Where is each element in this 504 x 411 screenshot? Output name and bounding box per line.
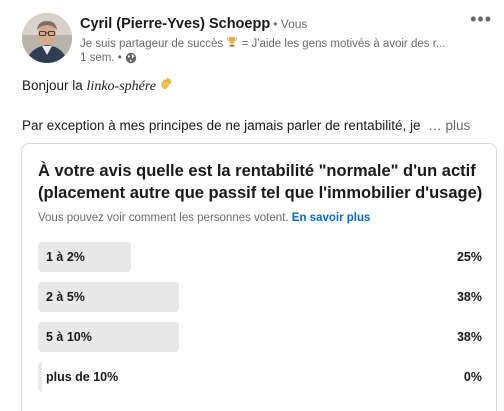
author-line: Cyril (Pierre-Yves) Schoepp • Vous — [80, 16, 307, 32]
poll-voters-note: Vous pouvez voir comment les personnes v… — [38, 212, 370, 224]
greeting-prefix: Bonjour la — [22, 78, 87, 93]
poll-option-percent: 25% — [456, 250, 482, 264]
headline-start: Je suis partageur de succès — [80, 38, 224, 50]
learn-more-link[interactable]: En savoir plus — [292, 212, 371, 224]
more-options-button[interactable]: ••• — [470, 9, 492, 30]
poll-option[interactable]: 1 à 2% 25% — [38, 242, 482, 272]
post-header: Cyril (Pierre-Yves) Schoepp • Vous Je sui… — [22, 9, 492, 69]
poll-option-percent: 0% — [463, 370, 482, 384]
post-body-line: Par exception à mes principes de ne jama… — [22, 118, 470, 133]
poll-option-label: 5 à 10% — [46, 330, 92, 344]
trophy-icon — [226, 36, 238, 50]
post-greeting: Bonjour la linko-sphére — [22, 77, 174, 95]
poll-option-bar — [38, 362, 42, 392]
author-name[interactable]: Cyril (Pierre-Yves) Schoepp — [80, 16, 270, 32]
connection-degree: • Vous — [273, 17, 308, 31]
avatar-photo — [22, 13, 72, 63]
poll-card: À votre avis quelle est la rentabilité "… — [21, 143, 497, 411]
poll-option-label: 2 à 5% — [46, 290, 85, 304]
poll-option-label: plus de 10% — [46, 370, 119, 384]
poll-option[interactable]: 5 à 10% 38% — [38, 322, 482, 352]
globe-icon — [125, 52, 137, 64]
poll-option[interactable]: 2 à 5% 38% — [38, 282, 482, 312]
post-body-text: Par exception à mes principes de ne jama… — [22, 118, 421, 133]
poll-option-percent: 38% — [456, 290, 482, 304]
poll-option-percent: 38% — [456, 330, 482, 344]
greeting-italic: linko-sphére — [86, 79, 157, 94]
poll-option[interactable]: plus de 10% 0% — [38, 362, 482, 392]
voters-text: Vous pouvez voir comment les personnes v… — [38, 212, 289, 224]
headline-end: = J'aide les gens motivés à avoir des r.… — [238, 38, 446, 50]
see-more-link[interactable]: … plus — [428, 118, 470, 133]
waving-hand-icon — [160, 78, 174, 93]
avatar[interactable] — [22, 13, 72, 63]
post-meta: 1 sem. • — [80, 52, 137, 64]
poll-option-label: 1 à 2% — [46, 250, 85, 264]
more-horizontal-icon: ••• — [470, 9, 492, 29]
poll-question: À votre avis quelle est la rentabilité "… — [38, 162, 483, 202]
author-headline: Je suis partageur de succès = J'aide les… — [80, 36, 480, 50]
post-time: 1 sem. • — [80, 52, 122, 64]
